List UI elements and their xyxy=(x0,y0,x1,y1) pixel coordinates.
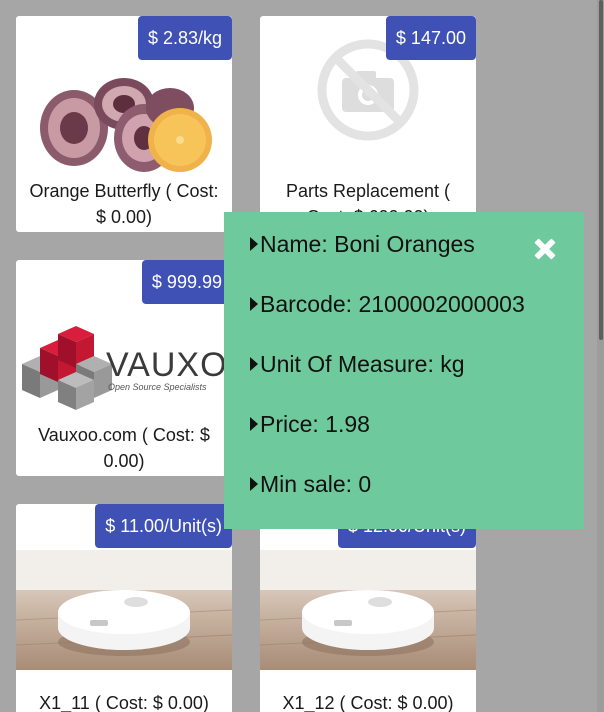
popup-price-row: Price: 1.98 xyxy=(250,409,370,439)
product-name: X1_11 ( Cost: $ 0.00) xyxy=(39,693,209,712)
popup-price: Price: 1.98 xyxy=(260,411,370,437)
caret-right-icon xyxy=(250,356,258,371)
product-card[interactable]: X1_12 ( Cost: $ 0.00) $ 12.00/Unit(s) xyxy=(260,504,476,712)
product-name: X1_12 ( Cost: $ 0.00) xyxy=(282,693,454,712)
popup-min-sale: Min sale: 0 xyxy=(260,471,372,497)
product-image xyxy=(260,550,476,670)
product-card[interactable]: Parts Replacement ( Cost: $ 600.00) $ 14… xyxy=(260,16,476,232)
popup-name: Name: Boni Oranges xyxy=(260,231,475,257)
price-badge: $ 2.83/kg xyxy=(137,16,232,60)
popup-name-row: Name: Boni Oranges xyxy=(250,229,475,259)
popup-barcode: Barcode: 2100002000003 xyxy=(260,291,525,317)
product-name: Orange Butterfly ( Cost: $ 0.00) xyxy=(29,181,219,227)
popup-uom: Unit Of Measure: kg xyxy=(260,351,465,377)
caret-right-icon xyxy=(250,416,258,431)
close-icon[interactable] xyxy=(534,238,556,260)
popup-min-sale-row: Min sale: 0 xyxy=(250,469,371,499)
scrollbar-thumb[interactable] xyxy=(599,0,603,340)
caret-right-icon xyxy=(250,476,258,491)
product-card[interactable]: Orange Butterfly ( Cost: $ 0.00) $ 2.83/… xyxy=(16,16,232,232)
price-badge: $ 11.00/Unit(s) xyxy=(95,504,232,548)
price-badge: $ 147.00 xyxy=(385,16,476,60)
popup-uom-row: Unit Of Measure: kg xyxy=(250,349,465,379)
product-name: Vauxoo.com ( Cost: $ 0.00) xyxy=(38,425,210,471)
svg-text:VAUXOO: VAUXOO xyxy=(106,346,232,384)
product-image xyxy=(16,550,232,670)
popup-barcode-row: Barcode: 2100002000003 xyxy=(250,289,525,319)
svg-text:Open Source Specialists: Open Source Specialists xyxy=(108,382,207,392)
caret-right-icon xyxy=(250,236,258,251)
product-info-popup: Name: Boni Oranges Barcode: 210000200000… xyxy=(224,212,584,529)
price-badge: $ 999.99 xyxy=(141,260,232,304)
caret-right-icon xyxy=(250,296,258,311)
product-card[interactable]: VAUXOO Open Source Specialists Vauxoo.co… xyxy=(16,260,232,476)
product-card[interactable]: X1_11 ( Cost: $ 0.00) $ 11.00/Unit(s) xyxy=(16,504,232,712)
